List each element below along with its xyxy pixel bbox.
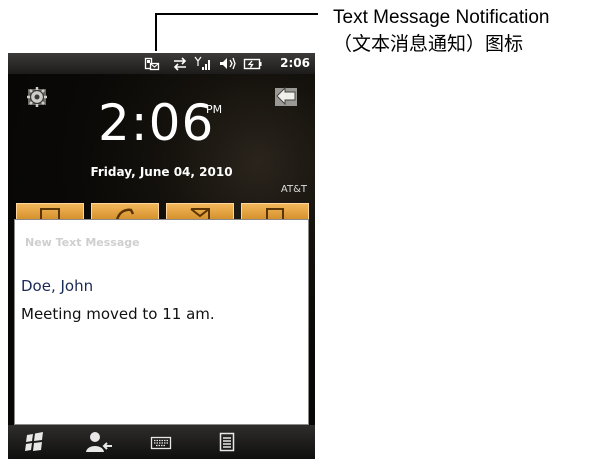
- taskbar: [8, 425, 315, 459]
- keyboard-icon[interactable]: [150, 430, 172, 454]
- carrier-name: AT&T: [280, 184, 307, 195]
- settings-gear-icon[interactable]: [24, 84, 50, 110]
- text-message-popup[interactable]: New Text Message Doe, John Meeting moved…: [14, 219, 309, 425]
- status-bar[interactable]: 2:06: [8, 53, 315, 74]
- windows-start-icon[interactable]: [23, 430, 47, 454]
- popup-title: New Text Message: [25, 236, 140, 249]
- message-sender[interactable]: Doe, John: [21, 277, 93, 295]
- home-clock-ampm: PM: [206, 103, 223, 116]
- signal-strength-icon[interactable]: [194, 54, 212, 73]
- volume-icon[interactable]: [218, 54, 236, 73]
- calendar-icon: [266, 208, 284, 220]
- menu-list-icon[interactable]: [218, 430, 236, 454]
- text-message-notification-icon[interactable]: [144, 54, 160, 73]
- messaging-icon: [40, 208, 60, 220]
- battery-icon[interactable]: [243, 54, 263, 73]
- home-clock[interactable]: 2:06: [98, 95, 214, 151]
- callout-label: Text Message Notification （文本消息通知）图标: [333, 4, 550, 58]
- callout-title: Text Message Notification: [333, 7, 550, 28]
- contacts-icon[interactable]: [85, 430, 113, 454]
- phone-screen: 2:06 2:06 PM Friday, June 04, 2010 AT&T: [8, 53, 315, 459]
- callout-subtitle: （文本消息通知）图标: [333, 34, 524, 55]
- callout-leader-vertical: [155, 13, 157, 51]
- data-connection-icon[interactable]: [172, 54, 188, 73]
- message-body[interactable]: Meeting moved to 11 am.: [21, 305, 215, 323]
- email-icon: [190, 208, 210, 220]
- back-arrow-icon[interactable]: [273, 84, 301, 108]
- home-date: Friday, June 04, 2010: [90, 165, 233, 179]
- callout-leader-horizontal: [155, 13, 318, 15]
- phone-icon: [115, 208, 135, 220]
- status-clock[interactable]: 2:06: [280, 55, 310, 72]
